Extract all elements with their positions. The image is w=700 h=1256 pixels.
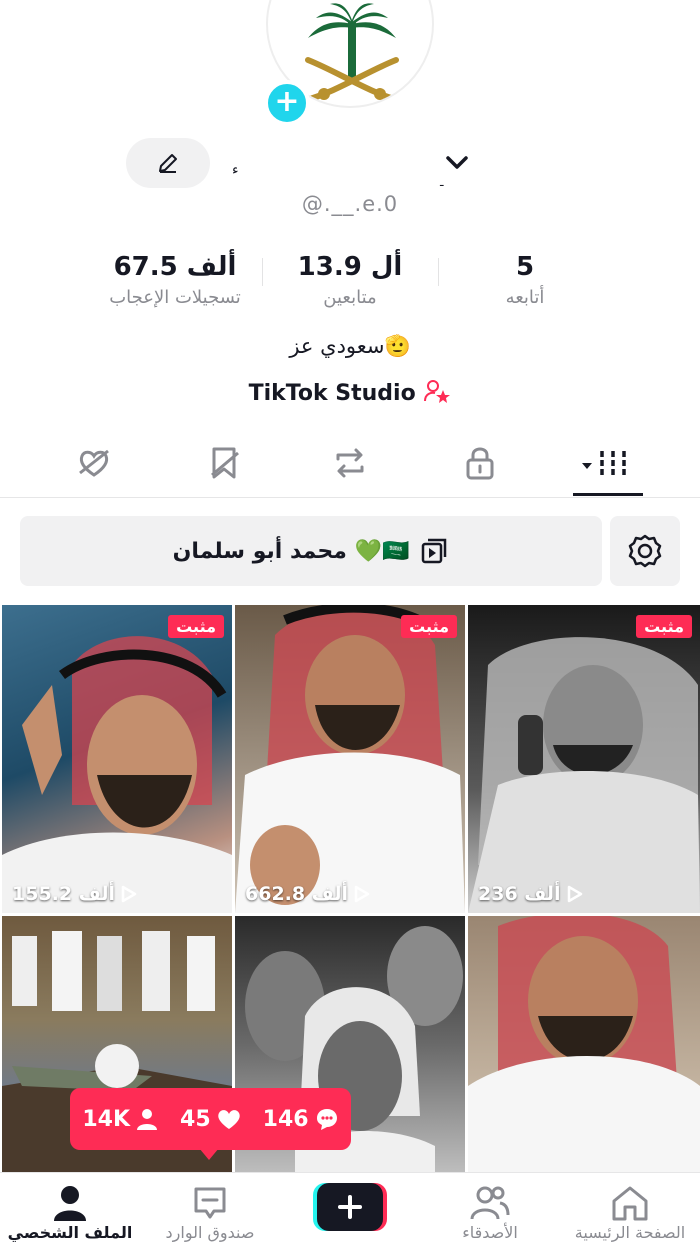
followers-count: 13.9 أل: [297, 252, 403, 282]
tiktok-studio-label: TikTok Studio: [248, 381, 416, 406]
username: @.__.e.0: [301, 192, 399, 216]
tiktok-profile-screen: + ء ـ @.__.e.0 67.5 ألف تسجيلات الإعجاب …: [0, 0, 700, 1256]
notification-pointer: [199, 1148, 219, 1160]
repost-icon: [336, 448, 364, 478]
inbox-icon: [194, 1187, 226, 1219]
nav-friends[interactable]: الأصدقاء: [425, 1183, 555, 1242]
home-icon: [612, 1186, 648, 1221]
following-count: 5: [515, 252, 535, 282]
tab-reposts[interactable]: [320, 440, 380, 486]
play-icon: [121, 885, 137, 903]
pinned-badge: مثبت: [168, 615, 224, 638]
stat-divider: [438, 258, 439, 286]
nav-profile[interactable]: الملف الشخصي: [5, 1183, 135, 1242]
view-count: 236 ألف: [478, 883, 583, 905]
tab-liked[interactable]: [64, 440, 124, 486]
profile-tabs: [0, 430, 700, 498]
view-count-value: 155.2 ألف: [12, 883, 115, 905]
followers-label: متابعين: [323, 287, 377, 308]
pinned-badge: مثبت: [636, 615, 692, 638]
playlist-button[interactable]: محمد أبو سلمان 💚🇸🇦: [20, 516, 602, 586]
creator-star-icon: [424, 380, 451, 403]
nav-inbox-label: صندوق الوارد: [165, 1223, 255, 1242]
nav-home-label: الصفحة الرئيسية: [574, 1223, 686, 1242]
video-thumbnail-image: [468, 916, 700, 1175]
pinned-badge: مثبت: [401, 615, 457, 638]
stat-likes[interactable]: 67.5 ألف تسجيلات الإعجاب: [100, 250, 250, 312]
likes-count: 67.5 ألف: [113, 252, 237, 282]
following-label: أتابعه: [505, 287, 545, 308]
video-thumbnail-image: [235, 605, 465, 913]
likes-label: تسجيلات الإعجاب: [109, 287, 241, 308]
view-count-value: 662.8 ألف: [245, 883, 348, 905]
profile-bio: سعودي عز🫡: [289, 334, 411, 358]
active-tab-indicator: [573, 493, 643, 496]
friends-icon: [470, 1186, 510, 1220]
new-likes-count: 45: [180, 1106, 211, 1132]
display-name-mark: ء: [232, 162, 239, 178]
stat-divider: [262, 258, 263, 286]
profile-filled-icon: [54, 1186, 86, 1221]
video-thumbnail[interactable]: [468, 916, 700, 1175]
display-name-dot: ـ: [440, 175, 444, 189]
create-button[interactable]: [313, 1183, 387, 1231]
chevron-down-icon[interactable]: [440, 146, 474, 180]
tiktok-studio-link[interactable]: TikTok Studio: [0, 378, 700, 406]
activity-notification[interactable]: 14K 45 146: [70, 1088, 351, 1150]
video-thumbnail[interactable]: مثبت 155.2 ألف: [2, 605, 232, 913]
new-followers-count: 14K: [82, 1106, 131, 1132]
add-avatar-button[interactable]: +: [264, 80, 310, 126]
nav-friends-label: الأصدقاء: [462, 1223, 518, 1242]
playlist-label: محمد أبو سلمان 💚🇸🇦: [172, 538, 410, 564]
playlist-icon: [422, 538, 447, 564]
bottom-navigation: الملف الشخصي صندوق الوارد الأصدقاء الصفح…: [0, 1172, 700, 1256]
stat-followers[interactable]: 13.9 أل متابعين: [290, 250, 410, 312]
followers-notif: 14K: [82, 1107, 158, 1132]
new-comments-count: 146: [262, 1106, 309, 1132]
heart-icon: [217, 1110, 240, 1129]
video-thumbnail[interactable]: مثبت 662.8 ألف: [235, 605, 465, 913]
person-icon: [137, 1109, 158, 1130]
nav-inbox[interactable]: صندوق الوارد: [145, 1183, 275, 1242]
grid-icon: [582, 451, 626, 475]
video-thumbnail-image: [2, 636, 232, 913]
play-icon: [354, 885, 370, 903]
bookmark-hidden-icon: [211, 447, 239, 479]
view-count: 155.2 ألف: [12, 883, 137, 905]
playlist-settings-button[interactable]: [610, 516, 680, 586]
play-icon: [567, 885, 582, 903]
video-thumbnail[interactable]: مثبت 236 ألف: [468, 605, 700, 913]
edit-profile-button[interactable]: [126, 138, 210, 188]
gear-icon: [628, 534, 662, 568]
likes-notif: 45: [180, 1107, 241, 1132]
view-count: 662.8 ألف: [245, 883, 370, 905]
lock-icon: [466, 447, 494, 480]
comment-icon: [316, 1109, 337, 1130]
comments-notif: 146: [263, 1107, 339, 1132]
tab-private[interactable]: [450, 440, 510, 486]
tab-favorites[interactable]: [194, 440, 254, 486]
nav-profile-label: الملف الشخصي: [7, 1223, 133, 1242]
heart-hidden-icon: [79, 449, 109, 477]
nav-home[interactable]: الصفحة الرئيسية: [565, 1183, 695, 1242]
video-thumbnail-image: [468, 637, 700, 913]
view-count-value: 236 ألف: [478, 883, 561, 905]
tab-videos[interactable]: [578, 440, 638, 486]
stat-following[interactable]: 5 أتابعه: [480, 250, 570, 312]
pencil-icon: [159, 154, 177, 173]
